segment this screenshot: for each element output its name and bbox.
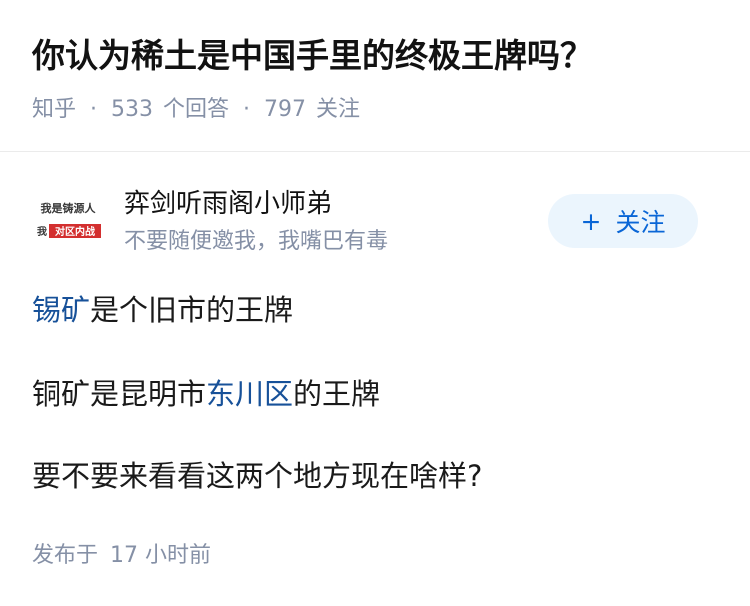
answers-count: 533 <box>111 97 154 122</box>
avatar-text-top: 我是铸源人 <box>41 201 97 215</box>
published-label: 发布于 <box>32 543 99 568</box>
answers-label[interactable]: 个回答 <box>163 94 229 126</box>
answer-line-3: 要不要来看看这两个地方现在啥样? <box>32 459 483 493</box>
meta-separator: · <box>90 97 98 122</box>
answer-line-1: 锡矿是个旧市的王牌 <box>32 290 293 330</box>
publish-time: 发布于 17 小时前 <box>32 540 211 572</box>
plus-icon: + <box>580 206 602 236</box>
tin-ore-link[interactable]: 锡矿 <box>32 293 90 327</box>
question-meta: 知乎 · 533 个回答 · 797 关注 <box>32 94 360 126</box>
follow-button-label: 关注 <box>615 208 666 237</box>
answer-text: 是个旧市的王牌 <box>90 293 294 327</box>
answer-text: 铜矿是昆明市 <box>32 377 207 411</box>
question-title[interactable]: 你认为稀土是中国手里的终极王牌吗？ <box>32 34 593 78</box>
published-time: 17 小时前 <box>110 543 212 568</box>
author-bio: 不要随便邀我，我嘴巴有毒 <box>124 229 389 254</box>
section-divider <box>0 151 750 152</box>
avatar-text-bottom-b: 对区内战 <box>55 225 95 238</box>
answer-text: 的王牌 <box>293 377 381 411</box>
dongchuan-link[interactable]: 东川区 <box>206 377 293 411</box>
answer-line-2: 铜矿是昆明市东川区的王牌 <box>32 374 380 414</box>
source-label[interactable]: 知乎 <box>32 94 76 126</box>
avatar[interactable]: 我是铸源人 我 对区内战 <box>32 196 104 240</box>
followers-count: 797 <box>264 97 307 122</box>
follow-button[interactable]: + 关注 <box>548 194 698 248</box>
meta-separator: · <box>243 97 251 122</box>
followers-label[interactable]: 关注 <box>316 94 360 126</box>
avatar-text-bottom-a: 我 <box>37 225 47 238</box>
author-name[interactable]: 弈剑听雨阁小师弟 <box>124 186 332 222</box>
